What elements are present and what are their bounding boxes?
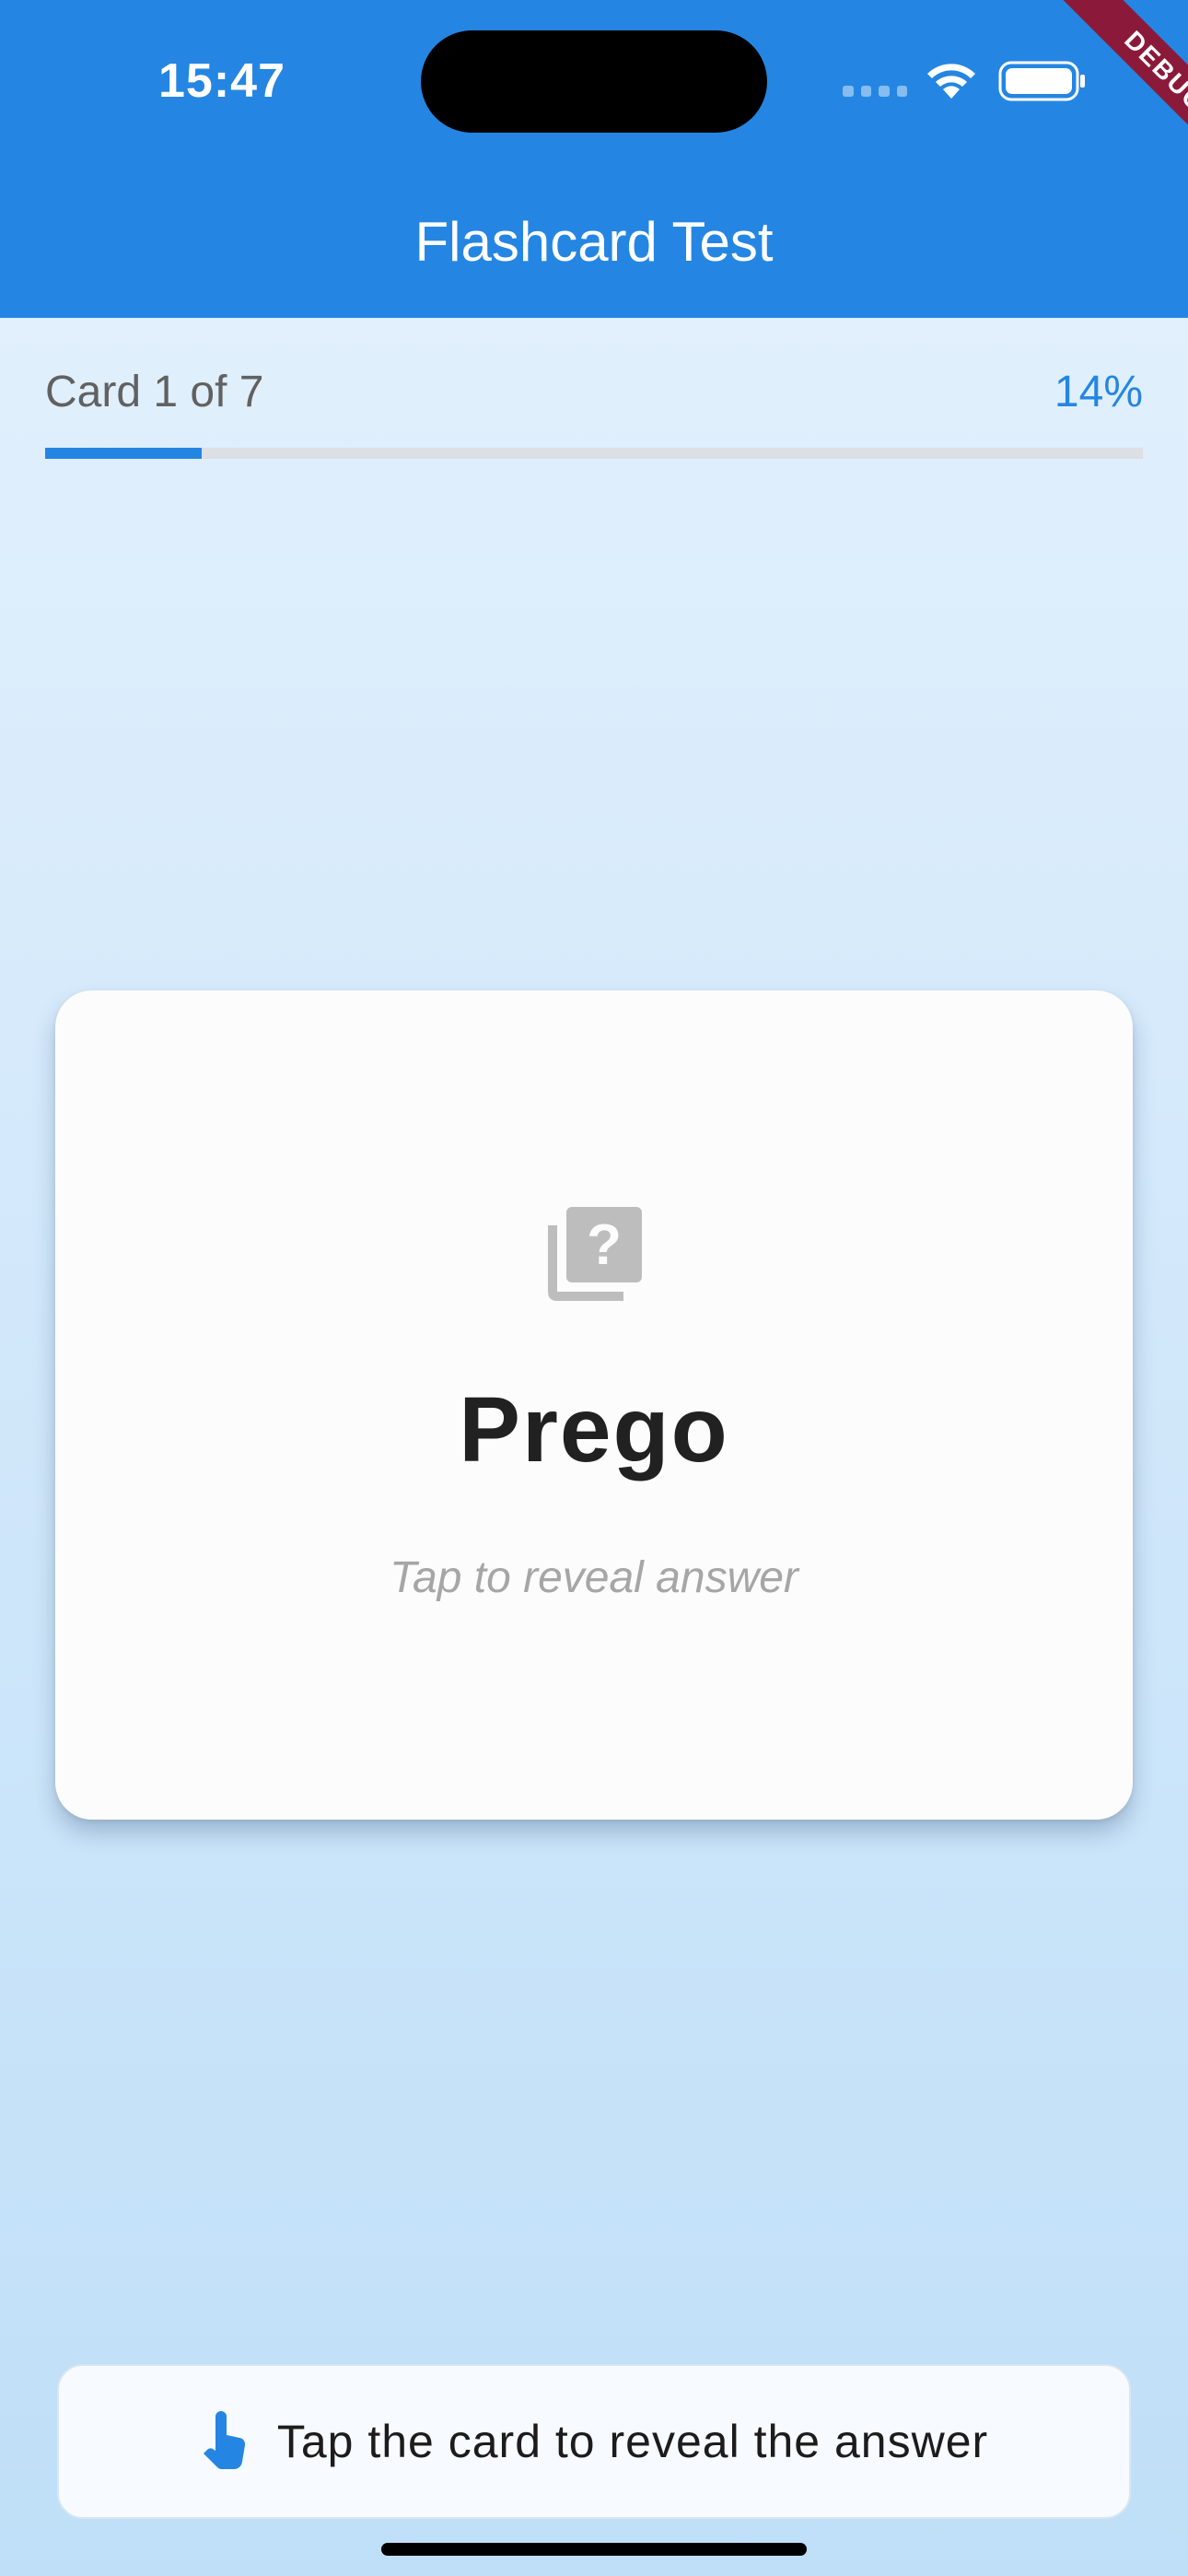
dynamic-island (421, 30, 767, 133)
progress-bar-fill (45, 448, 203, 459)
status-time: 15:47 (158, 54, 285, 108)
flashcard[interactable]: ? Prego Tap to reveal answer (55, 990, 1133, 1820)
quiz-icon: ? (548, 1207, 642, 1301)
progress-label: Card 1 of 7 (45, 368, 264, 416)
cellular-signal-icon (843, 86, 907, 97)
touch-app-icon (203, 2411, 245, 2470)
battery-icon (998, 61, 1085, 101)
wifi-icon (927, 64, 975, 99)
bottom-hint-text: Tap the card to reveal the answer (276, 2416, 989, 2467)
svg-text:?: ? (587, 1213, 622, 1277)
home-indicator (381, 2543, 807, 2556)
bottom-hint-bar: Tap the card to reveal the answer (57, 2364, 1131, 2519)
page-title: Flashcard Test (414, 211, 774, 273)
card-word: Prego (459, 1378, 729, 1481)
progress-percent: 14% (1054, 368, 1143, 416)
progress-bar (45, 448, 1143, 459)
card-hint: Tap to reveal answer (390, 1553, 798, 1602)
app-bar: 15:47 DEBUG Flashcard Test (0, 0, 1188, 318)
